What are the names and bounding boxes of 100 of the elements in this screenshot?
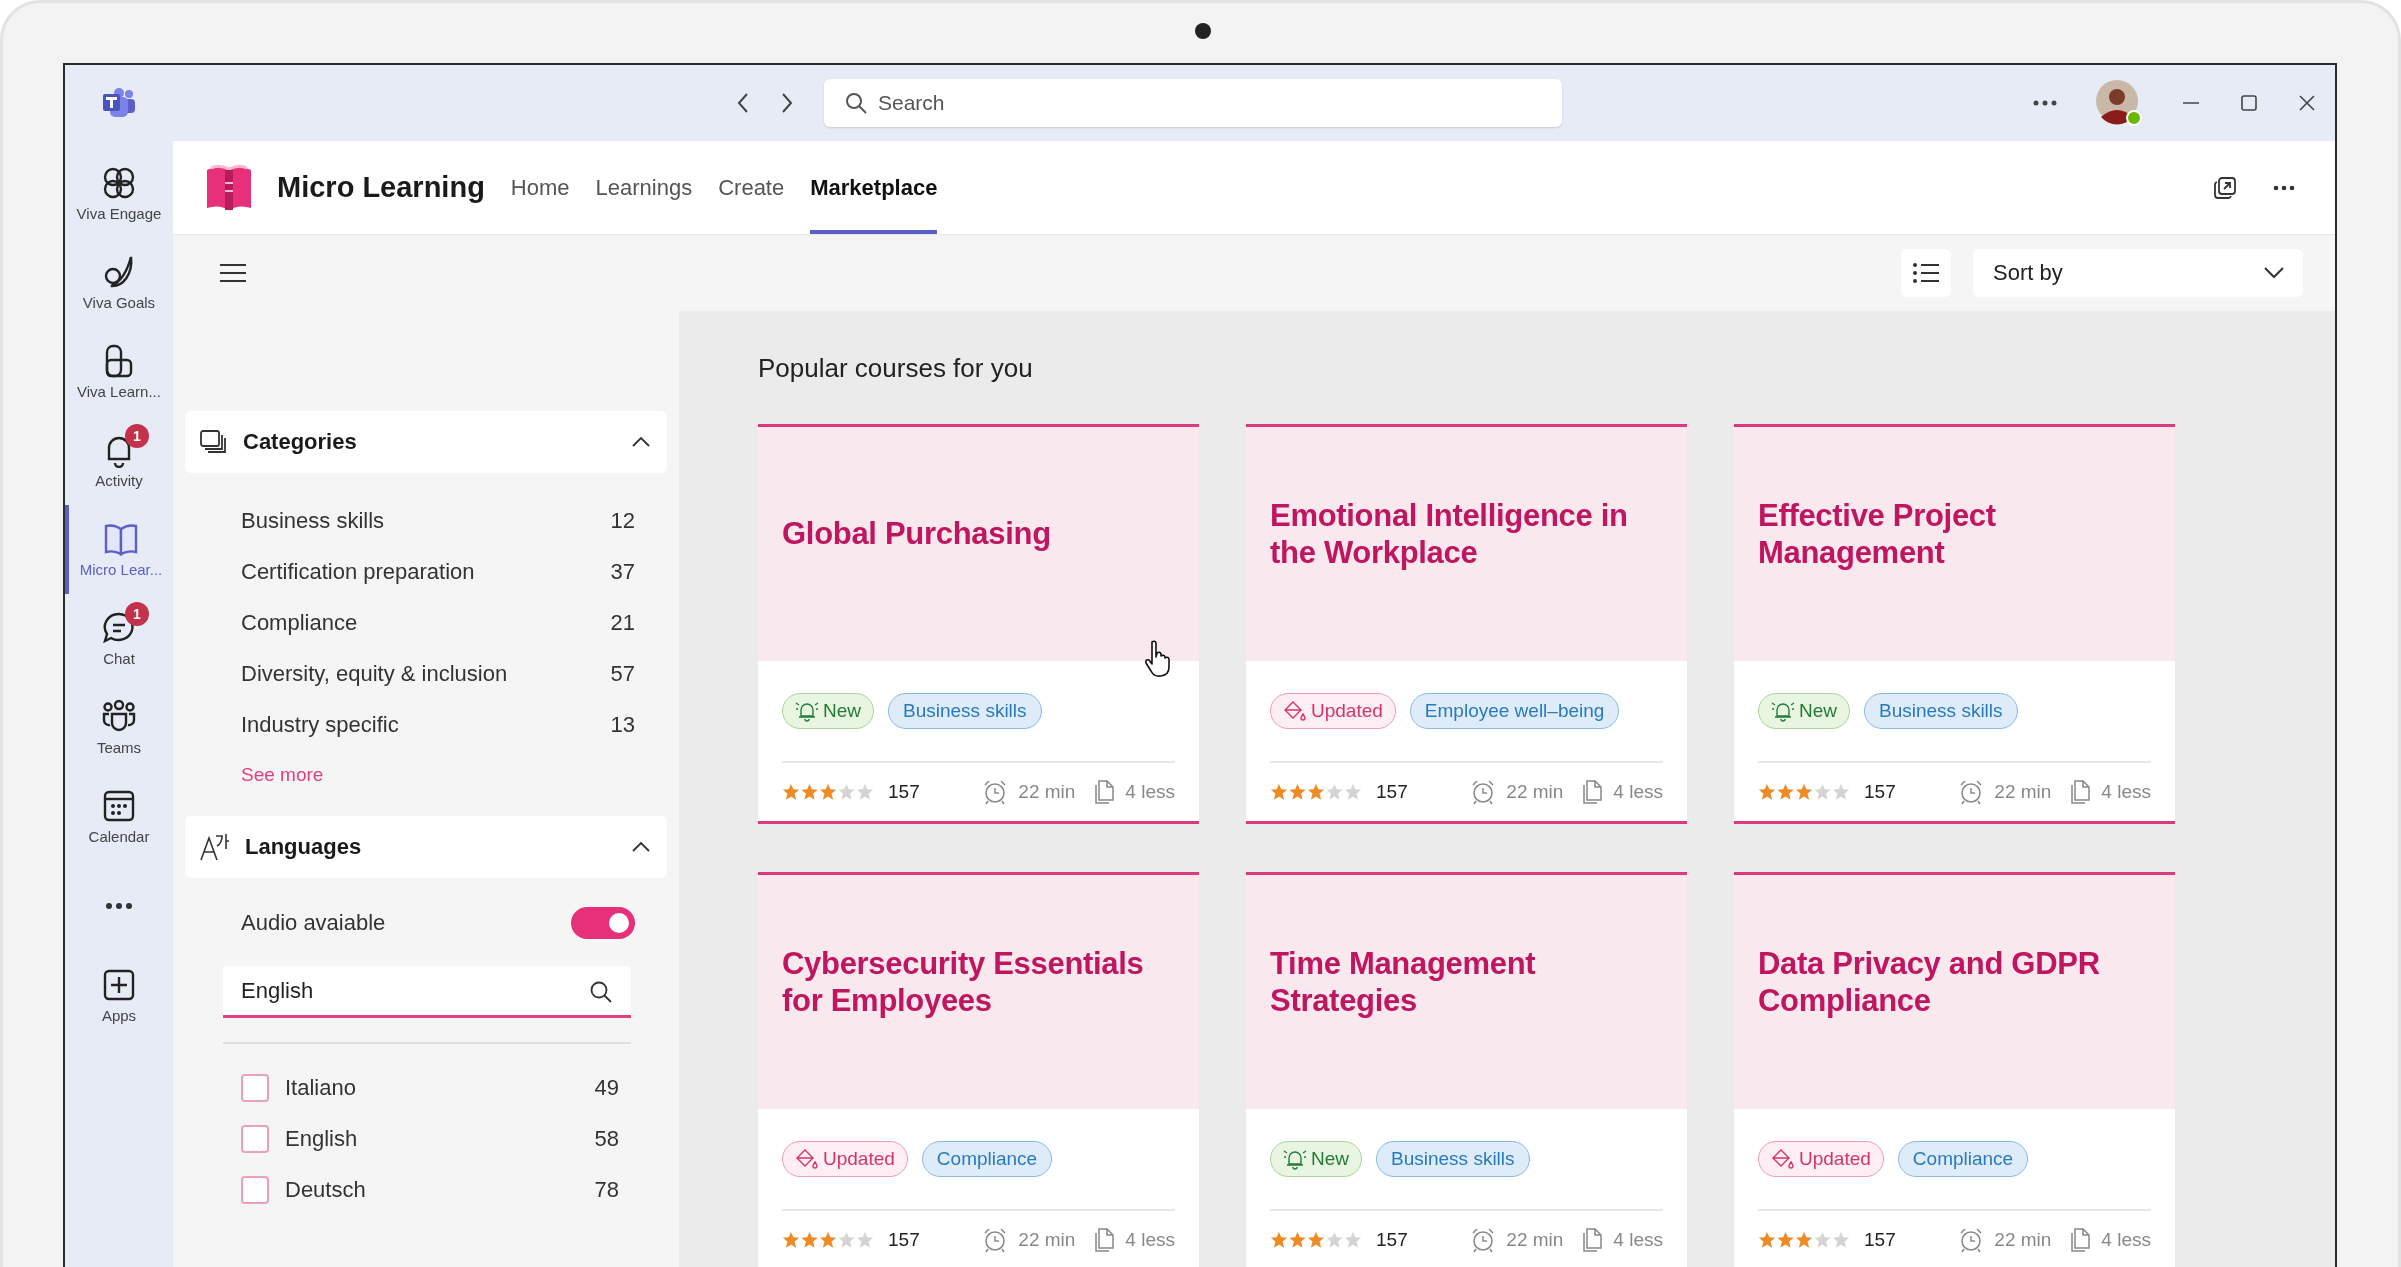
course-title: Cybersecurity Essentials for Employees xyxy=(782,944,1145,1020)
bell-icon xyxy=(1283,1148,1307,1170)
document-icon xyxy=(1581,1227,1604,1253)
category-count: 13 xyxy=(610,711,635,738)
rail-item[interactable]: 1 Activity xyxy=(65,416,173,505)
rail-item[interactable]: Viva Goals xyxy=(65,238,173,327)
status-tag: Updated xyxy=(1758,1141,1884,1177)
rating-count: 157 xyxy=(1376,781,1408,803)
rail-item[interactable]: Calendar xyxy=(65,772,173,861)
category-item[interactable]: Certification preparation xyxy=(241,558,475,585)
course-card[interactable]: Effective Project Management New Business skills 157 22 min 4 less xyxy=(1734,424,2175,824)
list-view-button[interactable] xyxy=(1901,249,1951,297)
rail-item[interactable]: Apps xyxy=(65,951,173,1040)
category-tag: Compliance xyxy=(1897,1141,2029,1177)
more-icon[interactable] xyxy=(2273,184,2295,191)
course-card[interactable]: Data Privacy and GDPR Compliance Updated Compliance 157 22 min 4 less xyxy=(1734,872,2175,1267)
language-item: English xyxy=(285,1125,359,1152)
category-tag: Compliance xyxy=(921,1141,1053,1177)
notification-badge: 1 xyxy=(125,424,149,448)
back-icon[interactable] xyxy=(736,92,750,114)
language-count: 49 xyxy=(594,1074,619,1101)
book-icon xyxy=(103,521,139,557)
checkbox[interactable] xyxy=(241,1073,269,1102)
status-tag: Updated xyxy=(1270,693,1396,729)
search-icon xyxy=(589,980,613,1004)
category-item[interactable]: Industry specific xyxy=(241,711,399,738)
duration: 22 min xyxy=(1018,781,1076,803)
category-item[interactable]: Compliance xyxy=(241,609,358,636)
app-title: Micro Learning xyxy=(277,171,485,204)
rail-item[interactable]: Viva Learn... xyxy=(65,327,173,416)
lesson-count: 4 less xyxy=(2101,1229,2151,1251)
sort-dropdown[interactable]: Sort by xyxy=(1973,249,2303,297)
chevron-up-icon xyxy=(631,436,651,448)
close-icon[interactable] xyxy=(2297,93,2317,113)
pop-out-icon[interactable] xyxy=(2213,175,2237,200)
rating-count: 157 xyxy=(1864,1229,1896,1251)
category-item[interactable]: Diversity, equity & inclusion xyxy=(241,660,508,687)
translate-icon xyxy=(199,833,229,861)
course-card[interactable]: Cybersecurity Essentials for Employees Updated Compliance 157 22 min 4 less xyxy=(758,872,1199,1267)
document-icon xyxy=(1581,779,1604,805)
rating-count: 157 xyxy=(1864,781,1896,803)
audio-toggle[interactable] xyxy=(571,907,635,939)
avatar[interactable] xyxy=(2095,79,2143,127)
lesson-count: 4 less xyxy=(1125,781,1175,803)
duration: 22 min xyxy=(1506,781,1564,803)
category-count: 12 xyxy=(610,507,635,534)
course-card[interactable]: Global Purchasing New Business skills 157 22 min 4 less xyxy=(758,424,1199,824)
more-icon[interactable] xyxy=(2033,100,2057,106)
categories-header[interactable]: Categories xyxy=(185,411,667,473)
rating-count: 157 xyxy=(888,1229,920,1251)
bell-icon xyxy=(1771,700,1795,722)
camera-icon xyxy=(1195,23,1211,39)
rail-item[interactable]: Teams xyxy=(65,683,173,772)
search-field[interactable]: Search xyxy=(824,79,1562,127)
category-item[interactable]: Business skills xyxy=(241,507,385,534)
maximize-icon[interactable] xyxy=(2239,93,2259,113)
document-icon xyxy=(2069,779,2092,805)
more-icon[interactable] xyxy=(106,903,132,909)
category-tag: Business skills xyxy=(1864,693,2018,729)
lesson-count: 4 less xyxy=(1613,1229,1663,1251)
category-tag: Employee well–being xyxy=(1409,693,1620,729)
category-count: 57 xyxy=(610,660,635,687)
section-title: Languages xyxy=(245,834,362,860)
languages-header[interactable]: Languages xyxy=(185,816,667,878)
nav-tab[interactable]: Learnings xyxy=(595,141,693,234)
language-search-field[interactable]: English xyxy=(223,966,631,1018)
nav-tab[interactable]: Home xyxy=(510,141,570,234)
flower-icon xyxy=(101,165,137,201)
course-title: Data Privacy and GDPR Compliance xyxy=(1758,944,2101,1020)
lesson-count: 4 less xyxy=(1125,1229,1175,1251)
course-title: Time Management Strategies xyxy=(1270,944,1537,1020)
audio-label: Audio avaiable xyxy=(241,910,386,936)
paint-bucket-icon xyxy=(1283,700,1307,722)
add-icon xyxy=(101,967,137,1003)
course-card[interactable]: Emotional Intelligence in the Workplace Updated Employee well–being 157 22 min 4 less xyxy=(1246,424,1687,824)
see-more-link[interactable]: See more xyxy=(241,764,324,786)
course-title: Emotional Intelligence in the Workplace xyxy=(1270,496,1629,572)
duration: 22 min xyxy=(1994,781,2052,803)
checkbox[interactable] xyxy=(241,1175,269,1204)
paint-bucket-icon xyxy=(1771,1148,1795,1170)
forward-icon[interactable] xyxy=(780,92,794,114)
bell-icon xyxy=(795,700,819,722)
status-tag: Updated xyxy=(782,1141,908,1177)
document-icon xyxy=(1093,779,1116,805)
menu-icon[interactable] xyxy=(219,262,247,284)
course-card[interactable]: Time Management Strategies New Business skills 157 22 min 4 less xyxy=(1246,872,1687,1267)
checkbox[interactable] xyxy=(241,1124,269,1153)
paint-bucket-icon xyxy=(795,1148,819,1170)
search-icon xyxy=(844,91,868,115)
document-icon xyxy=(1093,1227,1116,1253)
notification-badge: 1 xyxy=(125,602,149,626)
stack-icon xyxy=(199,429,227,455)
status-tag: New xyxy=(1270,1141,1362,1177)
document-icon xyxy=(2069,1227,2092,1253)
rail-item[interactable]: 1 Chat xyxy=(65,594,173,683)
rail-item[interactable]: Viva Engage xyxy=(65,149,173,238)
teams-logo[interactable] xyxy=(102,88,136,118)
nav-tab[interactable]: Create xyxy=(718,141,785,234)
course-title: Effective Project Management xyxy=(1758,496,1997,572)
lesson-count: 4 less xyxy=(1613,781,1663,803)
